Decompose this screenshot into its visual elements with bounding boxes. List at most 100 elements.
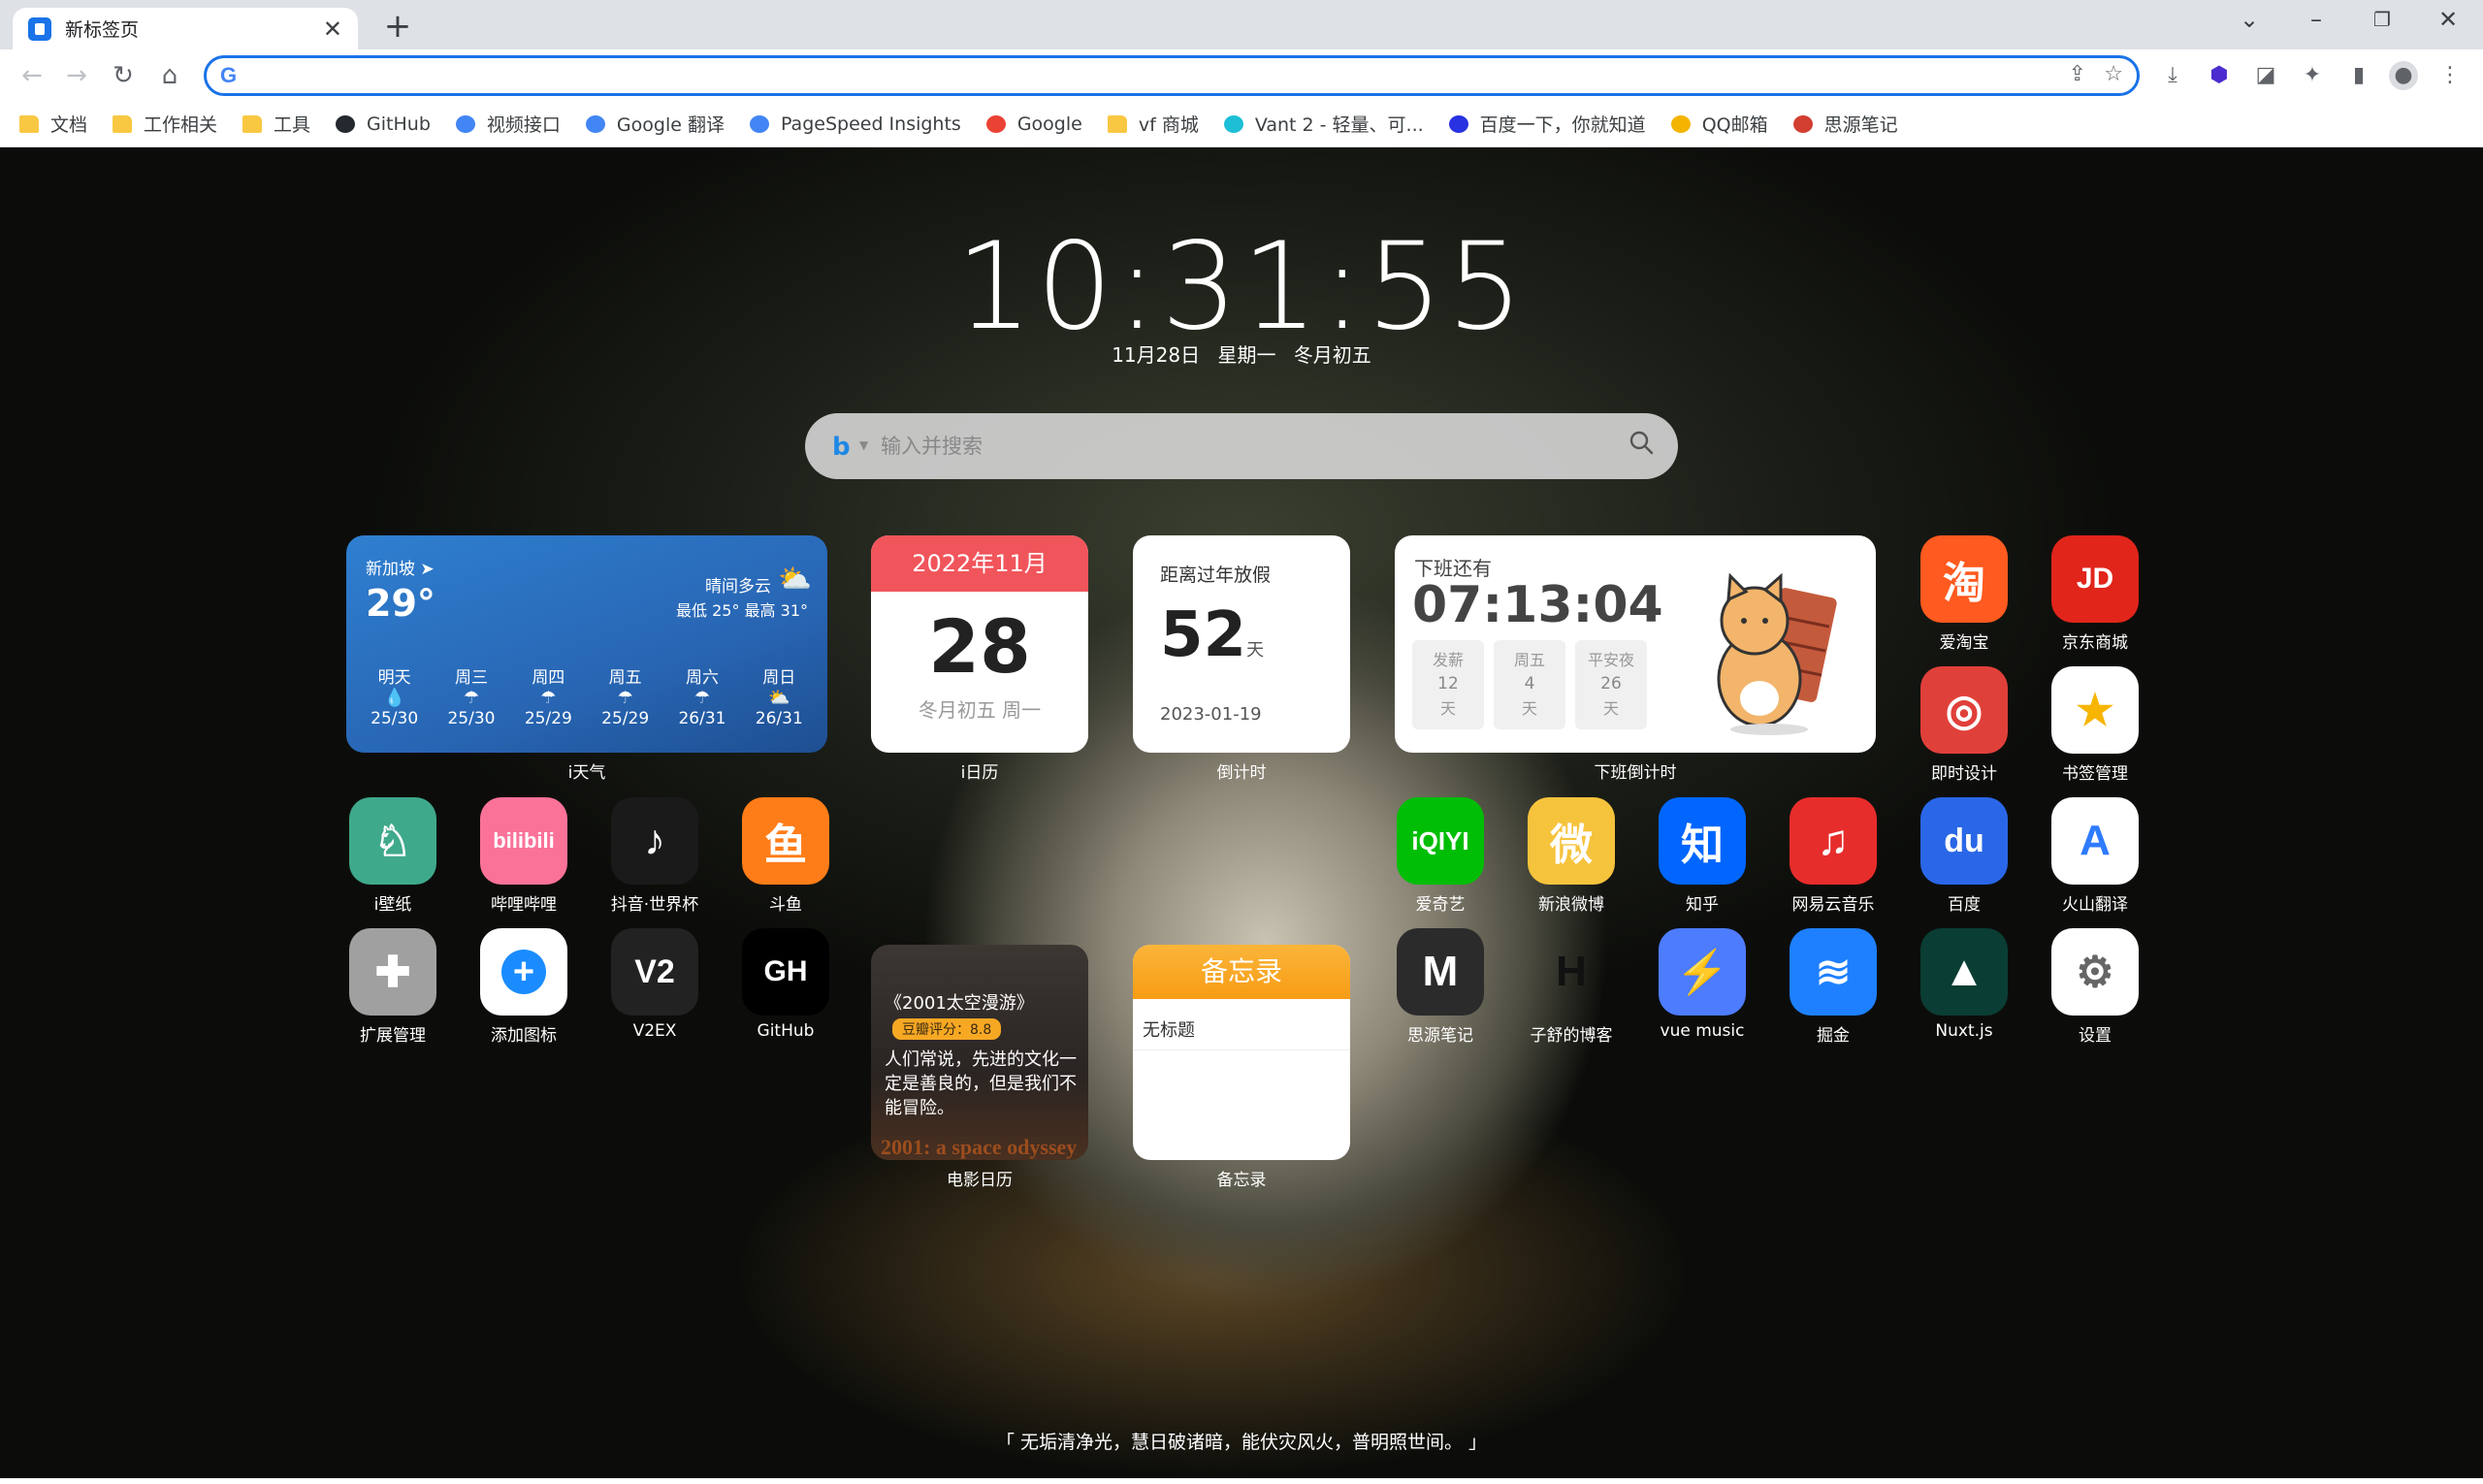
bookmark-label: QQ邮箱 (1701, 114, 1768, 136)
baidu-icon (1448, 114, 1468, 133)
bookmark-item[interactable]: 视频接口 (455, 111, 561, 137)
tab-favicon-icon (28, 16, 51, 41)
work-countdown-widget[interactable]: 下班还有 07:13:04 发薪 12 天周五 4 天平安夜 26 天 (1395, 535, 1876, 753)
page-bottom-border (0, 1478, 2483, 1484)
home-icon[interactable]: ⌂ (153, 59, 186, 92)
iqiyi-icon[interactable]: iQIYI (1397, 797, 1484, 885)
baidu-icon[interactable]: du (1920, 797, 2008, 885)
bookmark-item[interactable]: 工具 (242, 111, 310, 137)
bookmark-label: 视频接口 (486, 114, 561, 136)
bookmark-item[interactable]: 百度一下，你就知道 (1448, 111, 1646, 137)
zhihu-icon[interactable]: 知 (1659, 797, 1746, 885)
forecast-day: 周四 ☂ 25/29 (510, 663, 587, 728)
bookmarks-icon[interactable]: ★ (2051, 666, 2139, 754)
zishu-icon[interactable]: H (1528, 928, 1615, 1016)
douyu-label: 斗鱼 (769, 895, 802, 915)
v2ex-icon[interactable]: V2 (611, 928, 698, 1016)
memo-widget[interactable]: 备忘录 无标题 (1133, 945, 1350, 1160)
forecast-temps: 25/29 (524, 709, 572, 728)
side-panel-icon[interactable]: ▮ (2344, 61, 2373, 90)
bookmark-item[interactable]: PageSpeed Insights (749, 113, 961, 135)
bookmark-item[interactable]: GitHub (336, 113, 431, 135)
bilibili-label: 哔哩哔哩 (491, 895, 557, 915)
bookmarks-bar: 文档 工作相关 工具 GitHub 视频接口 Google 翻译 PageSpeed Ins… (0, 101, 2483, 147)
download-icon[interactable]: ⤓ (2158, 61, 2187, 90)
puzzle-icon[interactable]: ✦ (2298, 61, 2327, 90)
close-icon[interactable]: ✕ (323, 17, 342, 41)
tab-search-chevron-icon[interactable]: ⌄ (2226, 6, 2273, 33)
bilibili-icon[interactable]: bilibili (480, 797, 567, 885)
extension-incognito-icon[interactable]: ◪ (2251, 61, 2280, 90)
weibo-icon[interactable]: 微 (1528, 797, 1615, 885)
movie-calendar-widget[interactable]: 《2001太空漫游》 豆瓣评分：8.8 人们常说，先进的文化一定是善良的，但是我… (871, 945, 1088, 1160)
weather-condition: 晴间多云 (705, 577, 771, 597)
bookmark-item[interactable]: vf 商城 (1107, 111, 1199, 137)
search-box: b ▼ (805, 413, 1678, 479)
forecast-day: 周六 ☂ 26/31 (663, 663, 740, 728)
search-icon[interactable] (1628, 429, 1655, 456)
bookmark-item[interactable]: 思源笔记 (1792, 111, 1898, 137)
extensions-icon[interactable]: ✚ (349, 928, 436, 1016)
tab-new-tab[interactable]: 新标签页 ✕ (13, 8, 358, 49)
zhihu-label: 知乎 (1686, 895, 1719, 915)
douyu-icon[interactable]: 鱼 (742, 797, 829, 885)
bing-icon[interactable]: b (832, 433, 851, 462)
share-icon[interactable]: ⇪ (2069, 62, 2086, 86)
vuemusic-icon[interactable]: ⚡ (1659, 928, 1746, 1016)
search-input[interactable] (881, 427, 1598, 466)
bookmark-label: 文档 (50, 114, 88, 136)
extension-hexagon-icon[interactable]: ⬢ (2205, 61, 2234, 90)
bookmark-item[interactable]: Vant 2 - 轻量、可... (1223, 111, 1424, 137)
star-icon[interactable]: ☆ (2104, 62, 2123, 86)
bookmark-item[interactable]: 工作相关 (113, 111, 217, 137)
bookmark-item[interactable]: Google (985, 113, 1082, 135)
github-icon[interactable]: GH (742, 928, 829, 1016)
work-countdown-label: 下班倒计时 (1594, 763, 1677, 783)
addicon-icon[interactable]: + (480, 928, 567, 1016)
bookmark-item[interactable]: QQ邮箱 (1670, 111, 1768, 137)
forward-icon[interactable]: → (60, 59, 93, 92)
address-bar[interactable]: G ⇪ ☆ (204, 55, 2140, 96)
weather-widget[interactable]: 新加坡 ➤ 29° 晴间多云 ⛅ 最低 25° 最高 31° 明天 💧 25/30 周… (346, 535, 827, 753)
minimize-icon[interactable]: – (2293, 6, 2339, 33)
google-icon (985, 114, 1006, 133)
engine-chevron-icon[interactable]: ▼ (859, 438, 868, 452)
siyuan-icon[interactable]: M (1397, 928, 1484, 1016)
menu-kebab-icon[interactable]: ⋮ (2435, 61, 2465, 90)
forecast-temps: 25/30 (371, 709, 419, 728)
volc-icon[interactable]: A (2051, 797, 2139, 885)
aitaobao-icon[interactable]: 淘 (1920, 535, 2008, 623)
siyuan-icon (1792, 114, 1813, 133)
forecast-day: 周三 ☂ 25/30 (433, 663, 509, 728)
new-tab-page: 10:31:55 11月28日 星期一 冬月初五 b ▼ 新加坡 ➤ 29° 晴… (0, 147, 2483, 1484)
music163-icon[interactable]: ♫ (1790, 797, 1877, 885)
bookmark-item[interactable]: 文档 (19, 111, 87, 137)
settings-icon[interactable]: ⚙ (2051, 928, 2139, 1016)
douyin-label: 抖音·世界杯 (610, 895, 699, 915)
weather-temp: 29° (366, 582, 435, 625)
nuxt-icon[interactable]: ▲ (1920, 928, 2008, 1016)
jishi-icon[interactable]: ◎ (1920, 666, 2008, 754)
calendar-widget[interactable]: 2022年11月 28 冬月初五 周一 (871, 535, 1088, 753)
folder-icon (19, 114, 39, 133)
window-close-icon[interactable]: ✕ (2425, 6, 2471, 33)
bookmark-label: 工作相关 (144, 114, 218, 136)
restore-icon[interactable]: ❐ (2359, 8, 2405, 31)
douyin-icon[interactable]: ♪ (611, 797, 698, 885)
bookmark-label: GitHub (367, 113, 431, 135)
calendar-label: i日历 (960, 763, 999, 783)
back-icon[interactable]: ← (16, 59, 48, 92)
juejin-icon[interactable]: ≋ (1790, 928, 1877, 1016)
movie-label: 电影日历 (947, 1171, 1013, 1190)
wallpaper-icon[interactable]: ♘ (349, 797, 436, 885)
countdown-label: 倒计时 (1216, 763, 1267, 783)
profile-avatar-icon[interactable]: ● (2389, 61, 2418, 90)
new-tab-button[interactable]: + (380, 10, 415, 45)
bookmark-item[interactable]: Google 翻译 (585, 111, 725, 137)
countdown-widget[interactable]: 距离过年放假 52天 2023-01-19 (1133, 535, 1350, 753)
reload-icon[interactable]: ↻ (107, 59, 140, 92)
jd-icon[interactable]: JD (2051, 535, 2139, 623)
forecast-temps: 26/31 (678, 709, 726, 728)
memo-item[interactable]: 无标题 (1143, 1016, 1195, 1042)
box-number: 4 (1524, 674, 1535, 694)
